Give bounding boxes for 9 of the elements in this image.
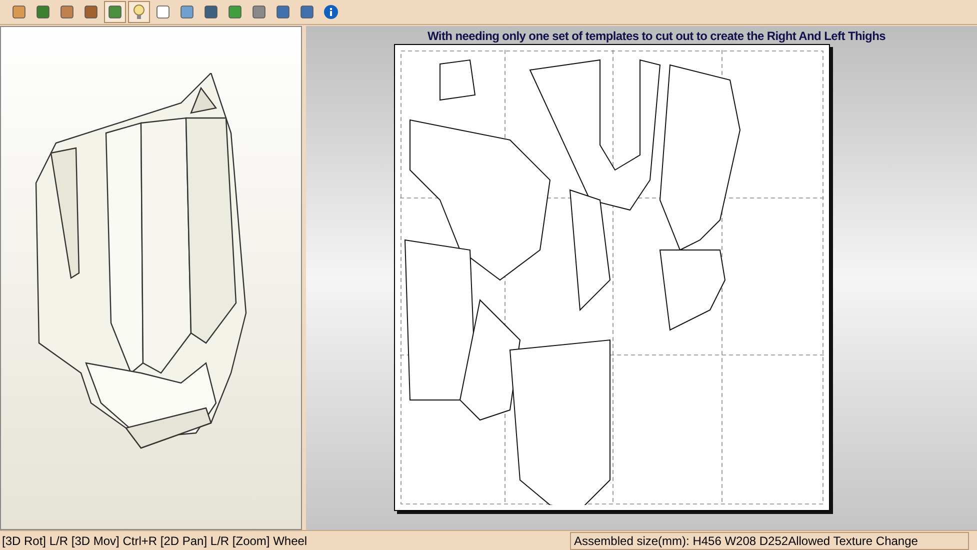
info-icon [323,4,339,20]
3d-view-panel[interactable] [0,26,302,530]
page-caption: With needing only one set of templates to cut out to create the Right And Left Thighs [428,29,886,43]
toolbar-button[interactable] [104,1,126,23]
toolbar-button[interactable] [128,1,150,23]
lightbulb-icon [131,4,147,20]
status-info: Assembled size(mm): H456 W208 D252Allowed Texture Change [570,532,969,550]
status-hint: [3D Rot] L/R [3D Mov] Ctrl+R [2D Pan] L/R [Zoom] Wheel [1,532,308,550]
2d-view-panel[interactable]: With needing only one set of templates to cut out to create the Right And Left Thighs [306,26,977,530]
